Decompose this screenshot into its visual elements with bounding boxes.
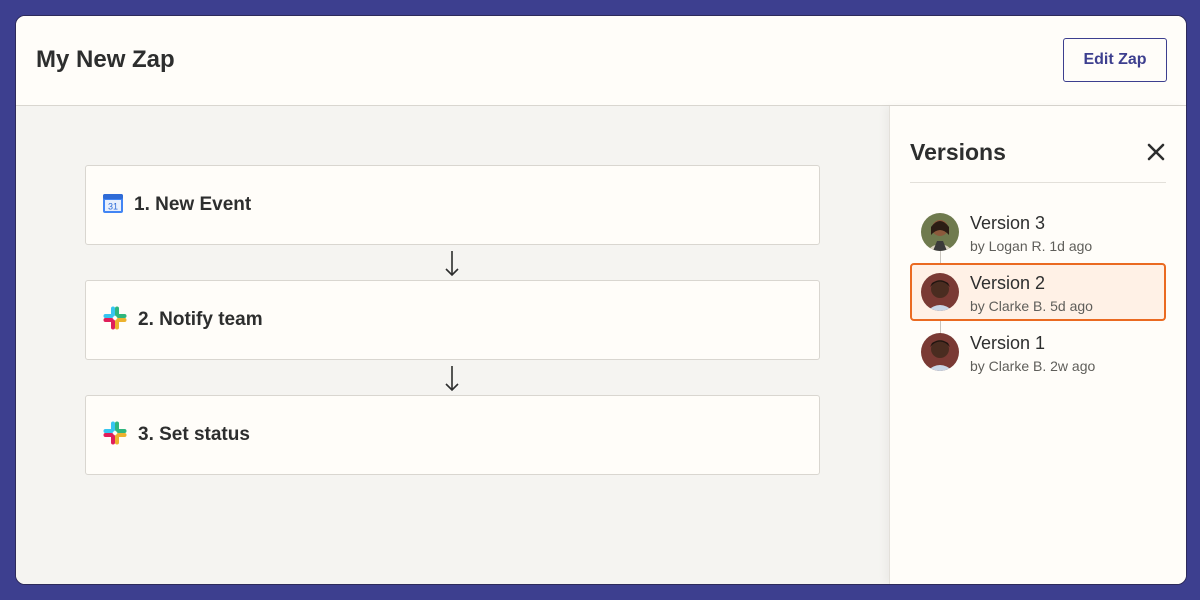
zap-title: My New Zap (36, 46, 175, 73)
step-label: 3. Set status (138, 424, 250, 445)
avatar (921, 213, 959, 251)
version-meta: by Clarke B. 2w ago (970, 358, 1096, 374)
step-new-event[interactable]: 31 1. New Event (85, 165, 820, 245)
down-arrow-icon (444, 248, 460, 278)
version-name: Version 2 (970, 273, 1046, 293)
version-name: Version 1 (970, 333, 1046, 353)
close-icon[interactable] (1146, 142, 1166, 162)
step-notify-team[interactable]: 2. Notify team (85, 280, 820, 360)
zap-header: My New Zap Edit Zap (16, 16, 1186, 106)
version-item-3[interactable]: Version 3 by Logan R. 1d ago (910, 203, 1166, 261)
zap-editor-canvas: 31 1. New Event 2. Notify team 3. Set st… (16, 106, 889, 584)
version-item-1[interactable]: Version 1 by Clarke B. 2w ago (910, 323, 1166, 381)
slack-icon (102, 305, 128, 336)
google-calendar-icon: 31 (102, 192, 124, 219)
step-set-status[interactable]: 3. Set status (85, 395, 820, 475)
version-meta: by Clarke B. 5d ago (970, 298, 1093, 314)
slack-icon (102, 420, 128, 451)
step-label: 2. Notify team (138, 309, 263, 330)
zap-window: My New Zap Edit Zap 31 1. New Event 2. N… (15, 15, 1187, 585)
down-arrow-icon (444, 363, 460, 393)
step-label: 1. New Event (134, 194, 252, 215)
version-name: Version 3 (970, 213, 1046, 233)
calendar-icon-date: 31 (108, 201, 118, 211)
edit-zap-button[interactable]: Edit Zap (1063, 38, 1167, 82)
versions-panel-title: Versions (910, 139, 1006, 165)
versions-panel: Versions Version 3 by Logan R. 1d ago Ve… (889, 106, 1186, 584)
avatar (921, 273, 959, 311)
avatar (921, 333, 959, 371)
version-item-2[interactable]: Version 2 by Clarke B. 5d ago (910, 263, 1166, 321)
panel-divider (910, 182, 1166, 183)
version-meta: by Logan R. 1d ago (970, 238, 1093, 254)
